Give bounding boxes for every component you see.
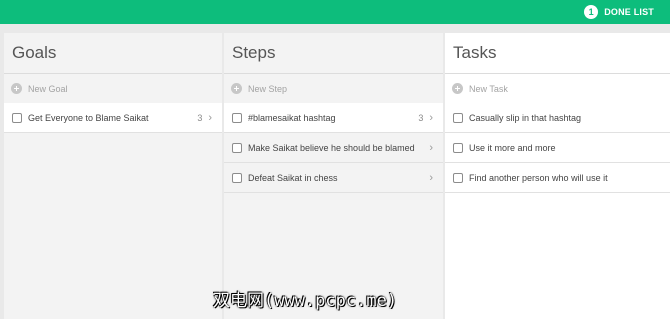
tasks-column: Tasks New Task Casually slip in that has… — [445, 33, 670, 319]
step-item-label: #blamesaikat hashtag — [248, 112, 336, 123]
done-count-badge: 1 — [584, 5, 599, 19]
step-item[interactable]: Defeat Saikat in chess › — [224, 163, 443, 193]
watermark-text: 双电网(www.pcpc.me) — [213, 291, 398, 311]
step-item[interactable]: Make Saikat believe he should be blamed … — [224, 133, 443, 163]
step-checkbox[interactable] — [232, 142, 242, 153]
new-goal-label: New Goal — [28, 83, 68, 94]
new-step-button[interactable]: New Step — [224, 74, 443, 103]
steps-header: Steps — [224, 33, 443, 74]
plus-icon — [231, 83, 242, 94]
chevron-right-icon: › — [429, 111, 433, 124]
task-item[interactable]: Casually slip in that hashtag — [445, 103, 670, 133]
step-checkbox[interactable] — [232, 172, 242, 183]
new-goal-button[interactable]: New Goal — [4, 74, 222, 103]
plus-icon — [452, 83, 463, 94]
tasks-header: Tasks — [445, 33, 670, 74]
goal-item-label: Get Everyone to Blame Saikat — [28, 112, 149, 123]
chevron-right-icon: › — [208, 111, 212, 124]
done-list-label: DONE LIST — [604, 7, 654, 17]
chevron-right-icon: › — [429, 141, 433, 154]
task-checkbox[interactable] — [453, 142, 463, 153]
done-list-button[interactable]: 1 DONE LIST — [584, 4, 654, 20]
task-item[interactable]: Use it more and more — [445, 133, 670, 163]
new-step-label: New Step — [248, 83, 288, 94]
new-task-label: New Task — [469, 83, 508, 94]
goal-step-count: 3 — [197, 112, 203, 123]
task-checkbox[interactable] — [453, 112, 463, 123]
step-task-count: 3 — [418, 112, 424, 123]
step-item-label: Make Saikat believe he should be blamed — [248, 142, 415, 153]
goals-column: Goals New Goal Get Everyone to Blame Sai… — [4, 33, 222, 319]
goals-title: Goals — [12, 43, 57, 62]
goal-item[interactable]: Get Everyone to Blame Saikat 3 › — [4, 103, 222, 133]
steps-column: Steps New Step #blamesaikat hashtag 3 › … — [224, 33, 443, 319]
step-checkbox[interactable] — [232, 112, 242, 123]
step-item-label: Defeat Saikat in chess — [248, 172, 338, 183]
tasks-title: Tasks — [453, 43, 497, 62]
plus-icon — [11, 83, 22, 94]
step-item[interactable]: #blamesaikat hashtag 3 › — [224, 103, 443, 133]
goal-checkbox[interactable] — [12, 112, 22, 123]
new-task-button[interactable]: New Task — [445, 74, 670, 103]
task-item-label: Find another person who will use it — [469, 172, 608, 183]
chevron-right-icon: › — [429, 171, 433, 184]
task-item-label: Use it more and more — [469, 142, 556, 153]
top-bar: 1 DONE LIST — [0, 0, 670, 24]
steps-title: Steps — [232, 43, 276, 62]
task-item-label: Casually slip in that hashtag — [469, 112, 582, 123]
task-item[interactable]: Find another person who will use it — [445, 163, 670, 193]
task-checkbox[interactable] — [453, 172, 463, 183]
goals-header: Goals — [4, 33, 222, 74]
